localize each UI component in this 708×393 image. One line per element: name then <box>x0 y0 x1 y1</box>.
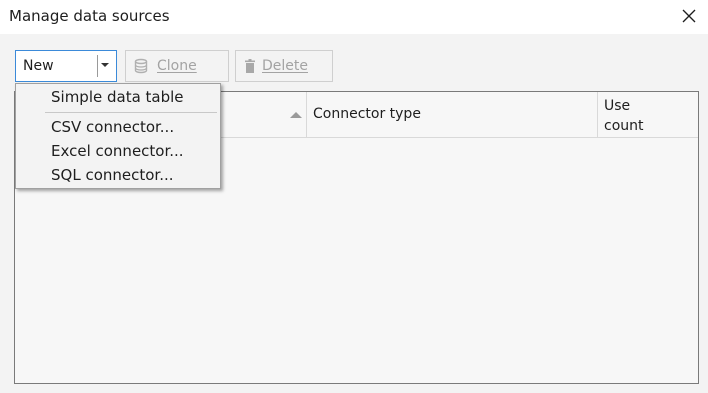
menu-item-sql-connector[interactable]: SQL connector... <box>16 163 220 187</box>
dialog-title: Manage data sources <box>9 7 170 25</box>
menu-item-label: SQL connector... <box>51 166 174 184</box>
menu-item-label: CSV connector... <box>51 118 175 136</box>
database-icon <box>134 58 148 74</box>
menu-item-excel-connector[interactable]: Excel connector... <box>16 139 220 163</box>
new-button-label: New <box>23 58 54 74</box>
close-button[interactable] <box>676 4 702 28</box>
delete-button-label: Delete <box>262 58 308 74</box>
clone-button-label: Clone <box>157 58 197 74</box>
menu-item-csv-connector[interactable]: CSV connector... <box>16 115 220 139</box>
menu-item-label: Excel connector... <box>51 142 184 160</box>
delete-button[interactable]: Delete <box>235 50 333 82</box>
sort-ascending-icon <box>290 112 302 118</box>
column-header-use-count-label: Use count <box>604 98 644 134</box>
trash-icon <box>245 59 255 73</box>
menu-separator <box>45 112 217 113</box>
close-icon <box>682 9 696 23</box>
column-header-use-count[interactable]: Use count <box>598 92 698 137</box>
title-bar: Manage data sources <box>0 0 708 34</box>
chevron-down-icon[interactable] <box>101 63 109 67</box>
column-header-connector-type[interactable]: Connector type <box>307 92 598 137</box>
column-header-connector-type-label: Connector type <box>313 106 421 122</box>
menu-item-simple-data-table[interactable]: Simple data table <box>16 85 220 109</box>
manage-data-sources-dialog: Manage data sources New Clone Delete Con… <box>0 0 708 393</box>
new-dropdown-menu: Simple data table CSV connector... Excel… <box>15 83 221 189</box>
clone-button[interactable]: Clone <box>125 50 229 82</box>
dropdown-separator <box>97 55 98 77</box>
menu-item-label: Simple data table <box>51 88 184 106</box>
new-dropdown-button[interactable]: New <box>15 50 117 82</box>
